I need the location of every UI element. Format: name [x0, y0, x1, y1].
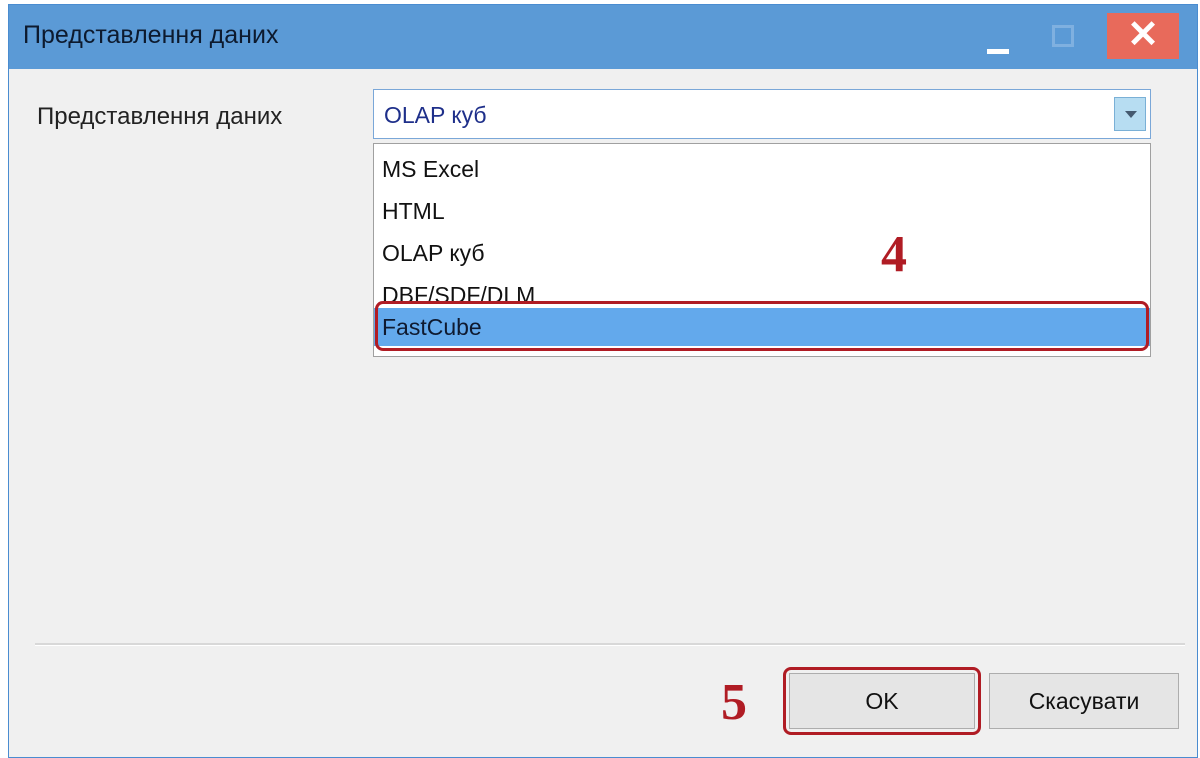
data-view-combobox[interactable]: OLAP куб: [373, 89, 1151, 139]
step-number-4: 4: [881, 226, 907, 283]
title-bar[interactable]: Представлення даних ✕: [9, 5, 1197, 69]
option-olap-cube[interactable]: OLAP куб: [374, 234, 1150, 272]
chevron-down-icon[interactable]: [1114, 97, 1146, 131]
data-view-label: Представлення даних: [37, 103, 283, 130]
minimize-icon[interactable]: [969, 13, 1025, 59]
step-number-5: 5: [721, 674, 747, 731]
option-ms-excel[interactable]: MS Excel: [374, 150, 1150, 188]
divider: [35, 643, 1185, 646]
combobox-selected-value: OLAP куб: [384, 102, 487, 128]
close-icon[interactable]: ✕: [1107, 13, 1179, 59]
maximize-icon[interactable]: [1035, 13, 1091, 59]
option-html[interactable]: HTML: [374, 192, 1150, 230]
highlight-fastcube: [375, 301, 1149, 351]
cancel-button[interactable]: Скасувати: [989, 673, 1179, 729]
window-title: Представлення даних: [23, 21, 279, 49]
highlight-ok-button: [783, 667, 981, 735]
dialog-window: Представлення даних ✕ Представлення дани…: [8, 4, 1198, 758]
